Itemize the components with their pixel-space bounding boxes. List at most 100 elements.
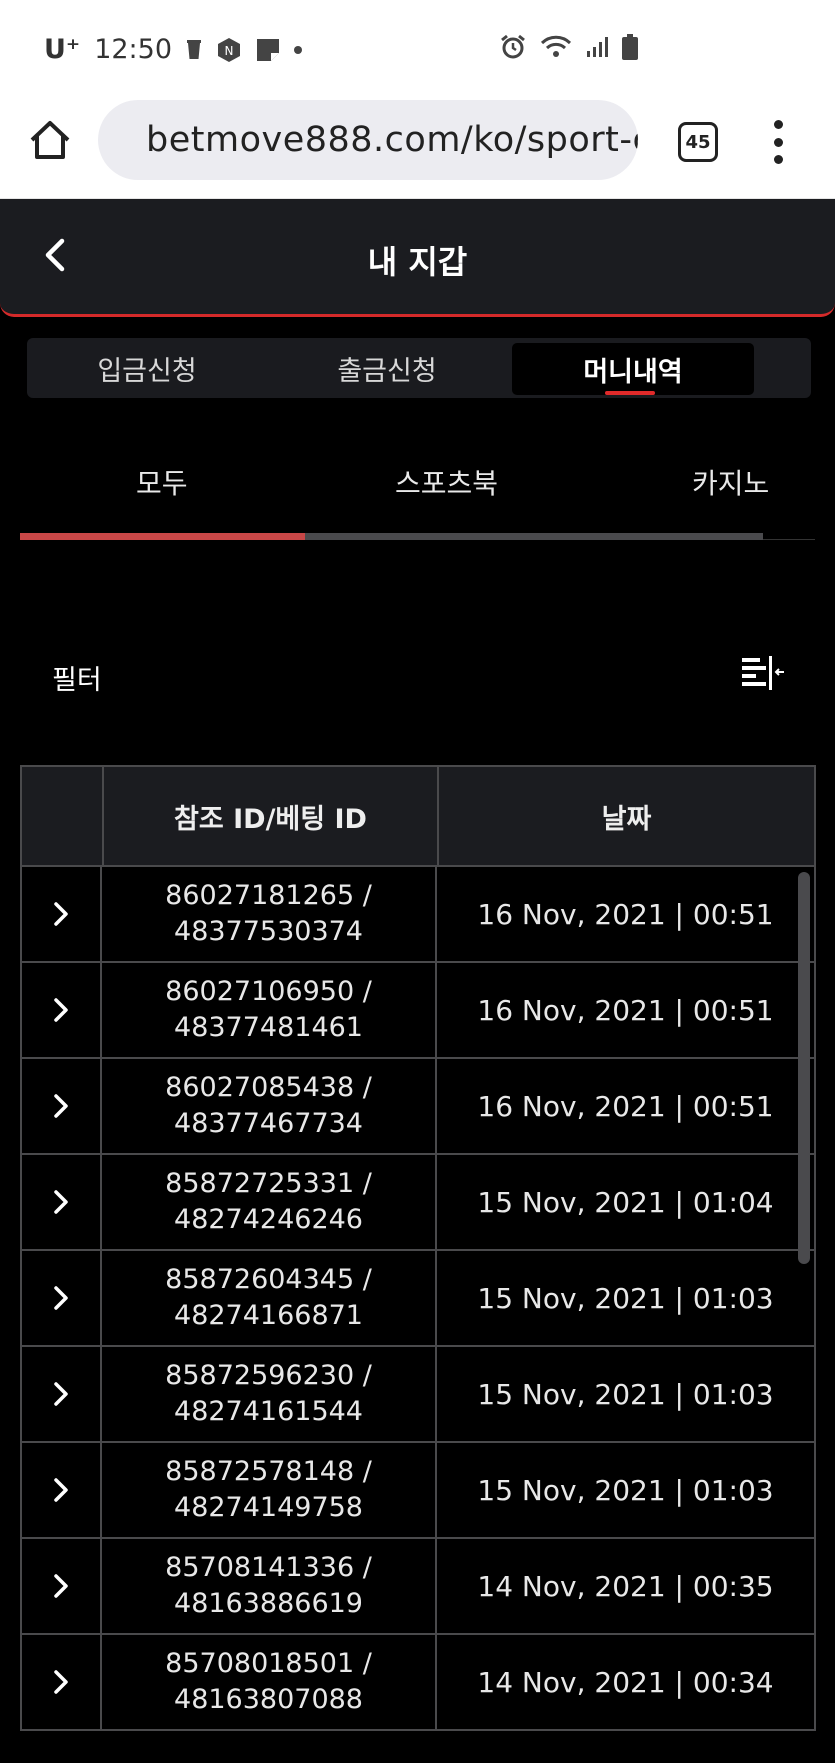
expand-cell[interactable]: [22, 867, 102, 961]
table-row[interactable]: 86027181265 / 48377530374 16 Nov, 2021 |…: [20, 867, 816, 963]
notification-dot-icon: [294, 45, 302, 54]
chevron-right-icon: [54, 1094, 68, 1118]
date-cell: 14 Nov, 2021 | 00:34: [477, 1665, 774, 1699]
chevron-right-icon: [54, 1382, 68, 1406]
expand-cell[interactable]: [22, 963, 102, 1057]
subtab-indicator: [20, 533, 305, 540]
reference-id: 86027106950 /: [165, 976, 372, 1007]
bet-id: 48274166871: [174, 1300, 363, 1331]
filter-label: 필터: [52, 665, 102, 696]
table-row[interactable]: 85872725331 / 48274246246 15 Nov, 2021 |…: [20, 1155, 816, 1251]
table-header: 참조 ID/베팅 ID 날짜: [20, 765, 816, 867]
subtab-sportsbook[interactable]: 스포츠북: [395, 462, 498, 502]
expand-cell[interactable]: [22, 1635, 102, 1729]
bet-id: 48274161544: [174, 1396, 363, 1427]
wallet-tabs: 입금신청 출금신청 머니내역: [27, 338, 811, 398]
reference-id: 85872725331 /: [165, 1168, 372, 1199]
date-cell: 14 Nov, 2021 | 00:35: [477, 1569, 774, 1603]
active-tab-indicator: [605, 391, 655, 395]
expand-cell[interactable]: [22, 1443, 102, 1537]
browser-toolbar: betmove888.com/ko/sport-ci 45: [0, 92, 835, 199]
tab-money-history[interactable]: 머니내역: [512, 343, 754, 395]
chevron-right-icon: [54, 1286, 68, 1310]
history-table: 참조 ID/베팅 ID 날짜 86027181265 / 48377530374…: [20, 765, 816, 1763]
bet-id: 48163886619: [174, 1588, 363, 1619]
date-cell: 15 Nov, 2021 | 01:03: [477, 1281, 774, 1315]
signal-icon: [586, 36, 608, 58]
tab-money-history-label: 머니내역: [583, 356, 683, 388]
column-header-expand: [22, 767, 104, 865]
reference-id: 85872596230 /: [165, 1360, 372, 1391]
subtab-casino[interactable]: 카지노: [692, 462, 769, 502]
chevron-right-icon: [54, 902, 68, 926]
svg-text:N: N: [225, 44, 234, 58]
id-cell: 86027181265 / 48377530374: [102, 867, 437, 961]
chevron-right-icon: [54, 1190, 68, 1214]
table-row[interactable]: 86027106950 / 48377481461 16 Nov, 2021 |…: [20, 963, 816, 1059]
bet-id: 48274149758: [174, 1492, 363, 1523]
naver-icon: N: [216, 37, 242, 63]
reference-id: 86027181265 /: [165, 880, 372, 911]
tab-deposit[interactable]: 입금신청: [27, 338, 267, 398]
chevron-right-icon: [54, 1670, 68, 1694]
bet-id: 48274246246: [174, 1204, 363, 1235]
table-row[interactable]: 85708018501 / 48163807088 14 Nov, 2021 |…: [20, 1635, 816, 1731]
page-title: 내 지갑: [367, 243, 468, 281]
table-scrollbar[interactable]: [798, 872, 810, 1264]
subtab-indicator-track: [20, 533, 763, 540]
table-row[interactable]: 85872578148 / 48274149758 15 Nov, 2021 |…: [20, 1443, 816, 1539]
bet-id: 48377467734: [174, 1108, 363, 1139]
date-cell: 16 Nov, 2021 | 00:51: [477, 897, 774, 931]
date-cell: 16 Nov, 2021 | 00:51: [477, 1089, 774, 1123]
id-cell: 85708018501 / 48163807088: [102, 1635, 437, 1729]
id-cell: 85872725331 / 48274246246: [102, 1155, 437, 1249]
alarm-icon: [500, 34, 526, 60]
table-row[interactable]: 86027085438 / 48377467734 16 Nov, 2021 |…: [20, 1059, 816, 1155]
chevron-right-icon: [54, 998, 68, 1022]
reference-id: 85872604345 /: [165, 1264, 372, 1295]
expand-cell[interactable]: [22, 1251, 102, 1345]
reference-id: 85708018501 /: [165, 1648, 372, 1679]
carrier-label: U⁺: [44, 34, 81, 65]
status-bar: U⁺ 12:50 N: [0, 0, 835, 92]
date-cell: 16 Nov, 2021 | 00:51: [477, 993, 774, 1027]
filter-icon[interactable]: [740, 654, 786, 694]
clock: 12:50: [94, 34, 172, 65]
expand-cell[interactable]: [22, 1155, 102, 1249]
browser-menu-icon[interactable]: [772, 120, 784, 164]
chevron-right-icon: [54, 1478, 68, 1502]
chevron-right-icon: [54, 1574, 68, 1598]
divider: [763, 539, 815, 540]
reference-id: 85708141336 /: [165, 1552, 372, 1583]
subtab-all[interactable]: 모두: [136, 462, 188, 502]
wallet-header: 내 지갑: [0, 199, 835, 317]
id-cell: 86027106950 / 48377481461: [102, 963, 437, 1057]
date-cell: 15 Nov, 2021 | 01:03: [477, 1473, 774, 1507]
table-body: 86027181265 / 48377530374 16 Nov, 2021 |…: [20, 867, 816, 1731]
id-cell: 86027085438 / 48377467734: [102, 1059, 437, 1153]
id-cell: 85872596230 / 48274161544: [102, 1347, 437, 1441]
trash-icon: [186, 39, 202, 61]
bet-id: 48377530374: [174, 916, 363, 947]
reference-id: 85872578148 /: [165, 1456, 372, 1487]
bet-id: 48377481461: [174, 1012, 363, 1043]
date-cell: 15 Nov, 2021 | 01:03: [477, 1377, 774, 1411]
expand-cell[interactable]: [22, 1539, 102, 1633]
table-row[interactable]: 85872604345 / 48274166871 15 Nov, 2021 |…: [20, 1251, 816, 1347]
home-icon[interactable]: [28, 118, 72, 162]
wifi-icon: [540, 35, 572, 59]
bet-id: 48163807088: [174, 1684, 363, 1715]
tab-switcher-button[interactable]: 45: [678, 122, 718, 162]
id-cell: 85708141336 / 48163886619: [102, 1539, 437, 1633]
expand-cell[interactable]: [22, 1059, 102, 1153]
battery-icon: [622, 34, 638, 60]
address-bar[interactable]: betmove888.com/ko/sport-ci: [98, 100, 638, 180]
expand-cell[interactable]: [22, 1347, 102, 1441]
table-row[interactable]: 85708141336 / 48163886619 14 Nov, 2021 |…: [20, 1539, 816, 1635]
table-row[interactable]: 85872596230 / 48274161544 15 Nov, 2021 |…: [20, 1347, 816, 1443]
column-header-id: 참조 ID/베팅 ID: [104, 767, 439, 865]
note-icon: [256, 38, 280, 62]
tab-withdraw[interactable]: 출금신청: [267, 338, 507, 398]
column-header-date: 날짜: [601, 803, 652, 835]
date-cell: 15 Nov, 2021 | 01:04: [477, 1185, 774, 1219]
